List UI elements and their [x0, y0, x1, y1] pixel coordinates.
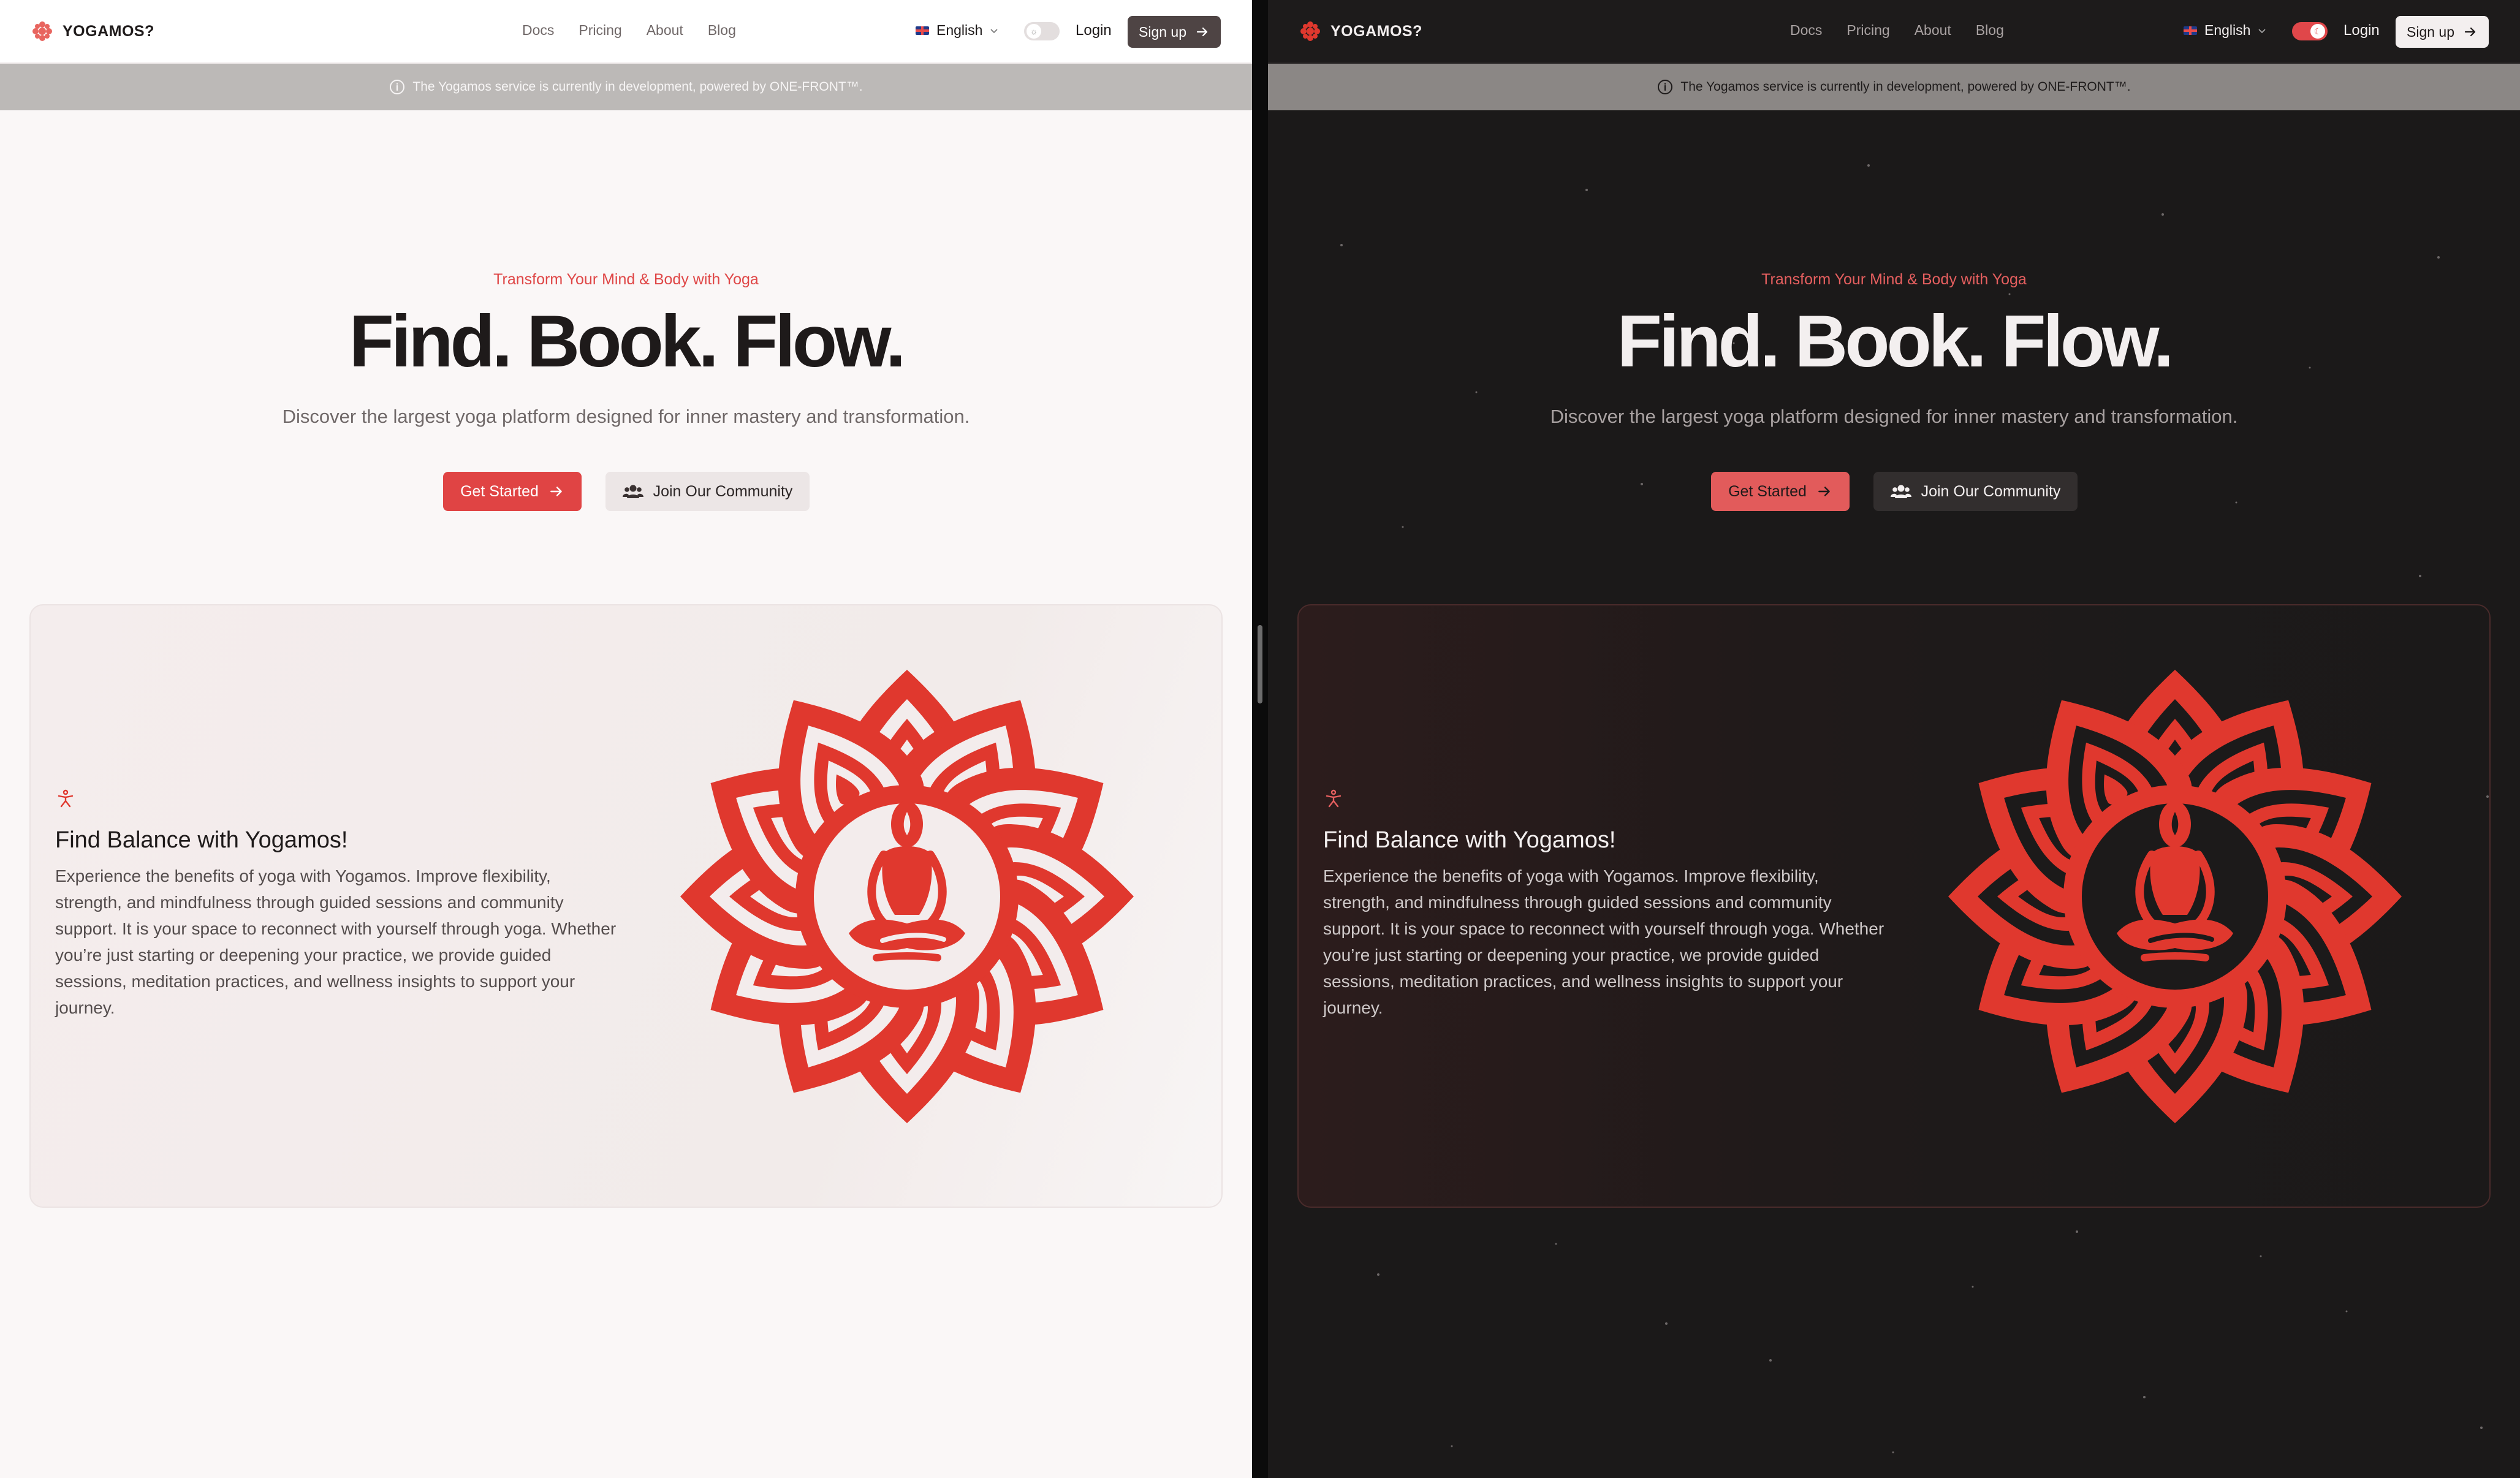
nav-about[interactable]: About — [647, 22, 683, 39]
brand-name: YOGAMOS? — [1330, 22, 1422, 40]
theme-toggle-icon: ☾ — [2310, 24, 2325, 39]
brand-logo-link[interactable]: YOGAMOS? — [32, 21, 154, 42]
nav-docs[interactable]: Docs — [1790, 22, 1822, 39]
feature-title: Find Balance with Yogamos! — [55, 827, 348, 853]
feature-card: Find Balance with Yogamos! Experience th… — [1297, 604, 2491, 1208]
get-started-label: Get Started — [460, 482, 539, 500]
hero-subtitle: Discover the largest yoga platform desig… — [282, 406, 970, 427]
language-selector[interactable]: English — [2184, 22, 2266, 39]
chevron-down-icon — [990, 28, 998, 33]
signup-label: Sign up — [1139, 23, 1187, 40]
get-started-label: Get Started — [1728, 482, 1807, 500]
nav-docs[interactable]: Docs — [522, 22, 554, 39]
top-navbar: YOGAMOS? Docs Pricing About Blog English… — [1268, 0, 2520, 64]
main-nav: Docs Pricing About Blog — [1790, 22, 2004, 39]
theme-toggle[interactable]: ☾ — [2292, 22, 2328, 40]
yoga-pose-icon — [58, 789, 74, 808]
development-notice-bar: The Yogamos service is currently in deve… — [1268, 64, 2520, 110]
hero-title: Find. Book. Flow. — [1617, 300, 2174, 382]
divider-drag-handle[interactable] — [1258, 625, 1262, 703]
lotus-meditation-illustration — [668, 658, 1146, 1135]
get-started-button[interactable]: Get Started — [1711, 472, 1850, 511]
dark-theme-pane: YOGAMOS? Docs Pricing About Blog English… — [1268, 0, 2520, 1478]
arrow-right-icon — [1196, 27, 1208, 37]
info-icon — [1658, 80, 1673, 94]
theme-toggle[interactable]: ☼ — [1024, 22, 1060, 40]
signup-label: Sign up — [2407, 23, 2455, 40]
nav-blog[interactable]: Blog — [1976, 22, 2004, 39]
hero-title: Find. Book. Flow. — [349, 300, 906, 382]
arrow-right-icon — [550, 487, 562, 496]
flag-uk-icon — [916, 26, 929, 35]
top-navbar: YOGAMOS? Docs Pricing About Blog English… — [0, 0, 1252, 64]
nav-blog[interactable]: Blog — [708, 22, 736, 39]
nav-pricing[interactable]: Pricing — [579, 22, 621, 39]
feature-card: Find Balance with Yogamos! Experience th… — [29, 604, 1223, 1208]
main-nav: Docs Pricing About Blog — [522, 22, 736, 39]
users-icon — [1890, 485, 1911, 498]
nav-about[interactable]: About — [1915, 22, 1951, 39]
join-community-button[interactable]: Join Our Community — [1873, 472, 2078, 511]
hero-kicker: Transform Your Mind & Body with Yoga — [1761, 271, 2027, 288]
feature-title: Find Balance with Yogamos! — [1323, 827, 1616, 853]
split-divider[interactable] — [1252, 0, 1268, 1478]
brand-name: YOGAMOS? — [63, 22, 154, 40]
lotus-meditation-illustration — [1936, 658, 2414, 1135]
hero-subtitle: Discover the largest yoga platform desig… — [1550, 406, 2238, 427]
join-community-label: Join Our Community — [653, 482, 793, 500]
hero-kicker: Transform Your Mind & Body with Yoga — [493, 271, 759, 288]
nav-pricing[interactable]: Pricing — [1846, 22, 1889, 39]
users-icon — [622, 485, 643, 498]
arrow-right-icon — [2464, 27, 2476, 37]
login-link[interactable]: Login — [2344, 22, 2380, 39]
get-started-button[interactable]: Get Started — [443, 472, 582, 511]
feature-body: Experience the benefits of yoga with Yog… — [1323, 866, 1884, 1017]
arrow-right-icon — [1818, 487, 1830, 496]
yoga-pose-icon — [1326, 789, 1342, 808]
brand-logo-link[interactable]: YOGAMOS? — [1300, 21, 1422, 42]
theme-toggle-icon: ☼ — [1027, 24, 1041, 39]
notice-text: The Yogamos service is currently in deve… — [1680, 80, 2131, 94]
info-icon — [390, 80, 405, 94]
feature-body: Experience the benefits of yoga with Yog… — [55, 866, 617, 1017]
signup-button[interactable]: Sign up — [1128, 16, 1221, 48]
join-community-button[interactable]: Join Our Community — [605, 472, 810, 511]
language-label: English — [2204, 22, 2251, 38]
light-theme-pane: YOGAMOS? Docs Pricing About Blog English… — [0, 0, 1252, 1478]
notice-text: The Yogamos service is currently in deve… — [412, 80, 863, 94]
join-community-label: Join Our Community — [1921, 482, 2061, 500]
language-selector[interactable]: English — [916, 22, 998, 39]
lotus-logo-icon — [1300, 21, 1320, 41]
development-notice-bar: The Yogamos service is currently in deve… — [0, 64, 1252, 110]
chevron-down-icon — [2258, 28, 2266, 33]
signup-button[interactable]: Sign up — [2396, 16, 2489, 48]
language-label: English — [936, 22, 983, 38]
login-link[interactable]: Login — [1076, 22, 1112, 39]
lotus-logo-icon — [32, 21, 52, 41]
flag-uk-icon — [2184, 26, 2197, 35]
